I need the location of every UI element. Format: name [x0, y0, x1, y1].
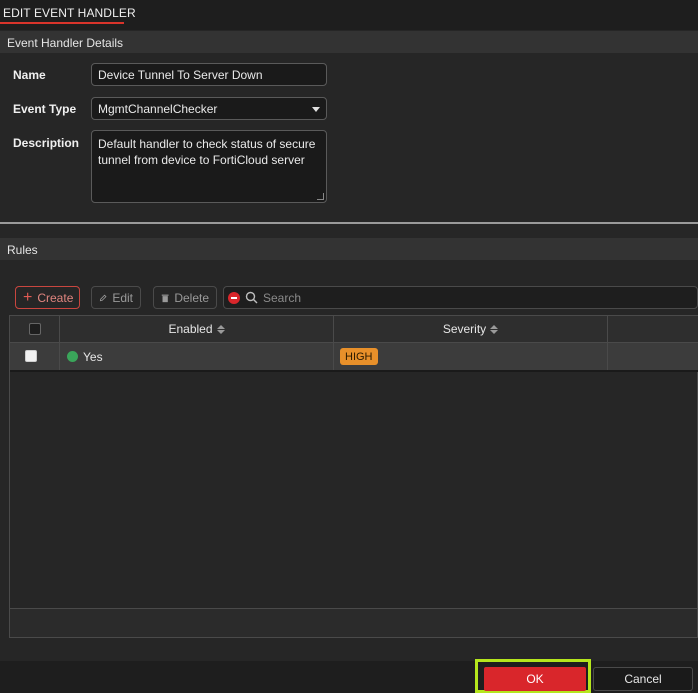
- sort-icon[interactable]: [490, 324, 499, 334]
- description-label: Description: [13, 136, 80, 150]
- title-underline: [0, 22, 124, 24]
- trash-icon: [161, 294, 169, 302]
- rules-table: Enabled Severity Yes HIGH: [9, 315, 698, 638]
- delete-button[interactable]: Delete: [153, 286, 217, 309]
- clear-filter-icon[interactable]: [228, 291, 240, 304]
- cancel-button[interactable]: Cancel: [593, 667, 693, 691]
- event-type-value: MgmtChannelChecker: [98, 101, 218, 116]
- row-checkbox[interactable]: [24, 349, 37, 362]
- section-header-details: Event Handler Details: [0, 31, 698, 53]
- column-header-enabled-label: Enabled: [168, 322, 213, 336]
- row-empty-cell: [608, 343, 698, 370]
- search-icon: [245, 291, 258, 304]
- search-input[interactable]: Search: [263, 291, 301, 305]
- enabled-value: Yes: [83, 349, 103, 364]
- severity-badge: HIGH: [340, 348, 378, 365]
- column-header-severity-label: Severity: [442, 322, 487, 336]
- event-type-label: Event Type: [13, 102, 77, 116]
- table-footer: [10, 608, 697, 637]
- column-header-enabled[interactable]: Enabled: [60, 316, 334, 343]
- section-header-rules: Rules: [0, 238, 698, 260]
- delete-button-label: Delete: [174, 290, 209, 305]
- name-label: Name: [13, 68, 46, 82]
- column-header-severity[interactable]: Severity: [334, 316, 608, 343]
- section-divider: [0, 222, 698, 224]
- select-all-checkbox[interactable]: [28, 323, 41, 335]
- sort-icon[interactable]: [216, 324, 225, 334]
- description-textarea[interactable]: Default handler to check status of secur…: [91, 130, 327, 203]
- chevron-down-icon: [312, 107, 320, 112]
- plus-icon: +: [23, 288, 33, 306]
- dialog-title: EDIT EVENT HANDLER: [3, 6, 136, 20]
- create-button[interactable]: + Create: [15, 286, 80, 309]
- severity-cell: HIGH: [334, 343, 608, 370]
- enabled-cell: Yes: [60, 343, 334, 370]
- description-value: Default handler to check status of secur…: [98, 137, 316, 167]
- ok-button[interactable]: OK: [484, 667, 586, 691]
- name-input[interactable]: Device Tunnel To Server Down: [91, 63, 327, 86]
- create-button-label: Create: [37, 290, 74, 305]
- edit-button-label: Edit: [112, 290, 133, 305]
- edit-button[interactable]: Edit: [91, 286, 141, 309]
- event-type-select[interactable]: MgmtChannelChecker: [91, 97, 327, 120]
- enabled-status-icon: [67, 351, 78, 362]
- search-box[interactable]: Search: [223, 286, 698, 309]
- pencil-icon: [99, 294, 107, 301]
- header-select-all[interactable]: [10, 316, 60, 343]
- row-select-cell[interactable]: [10, 343, 60, 370]
- resize-grip-icon[interactable]: [317, 193, 324, 200]
- name-input-value: Device Tunnel To Server Down: [98, 67, 263, 82]
- table-row[interactable]: Yes HIGH: [10, 343, 698, 372]
- column-header-empty: [608, 316, 698, 343]
